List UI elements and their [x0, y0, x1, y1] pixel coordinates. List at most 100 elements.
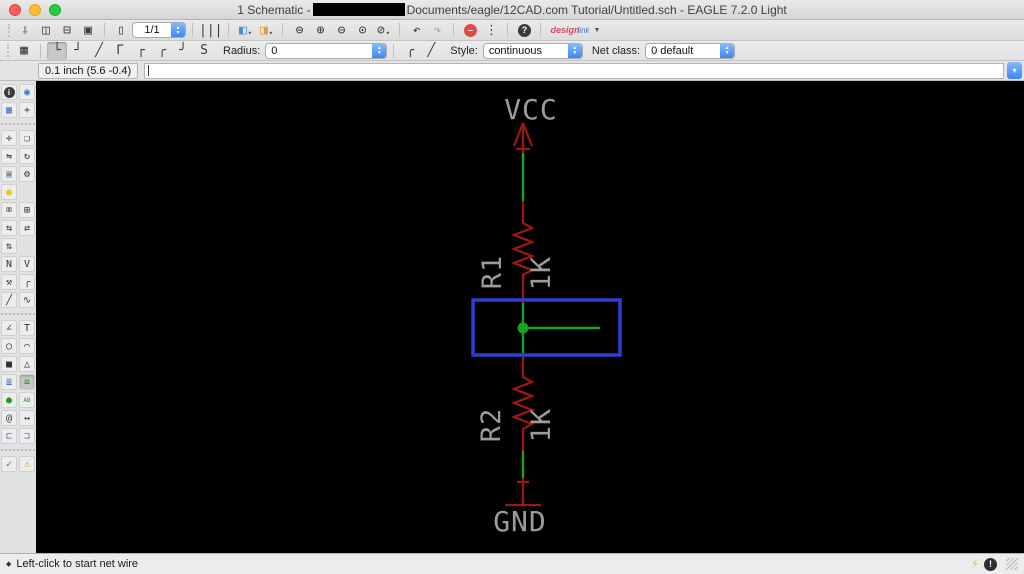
stepper-icon[interactable]: ▲ ▼ [372, 43, 387, 58]
split-button[interactable]: ╱ [1, 292, 17, 308]
bolt-icon[interactable]: ⚡ [971, 557, 979, 571]
port-button[interactable]: ⊐ [19, 428, 35, 444]
replace-button[interactable]: ⇄ [19, 220, 35, 236]
export-image-button[interactable]: ▣ [78, 21, 98, 39]
vcc-label[interactable]: VCC [504, 93, 558, 126]
stepper-icon[interactable]: ▲ ▼ [720, 43, 735, 58]
netclass-select[interactable]: 0 default ▲ ▼ [645, 42, 736, 59]
pin-button[interactable]: ⊏ [1, 428, 17, 444]
split-icon: ╱ [5, 294, 13, 306]
bend-90-vertical-horizontal-button[interactable]: └ [47, 41, 67, 60]
stepper-icon[interactable]: ▲ ▼ [567, 43, 582, 58]
bend-straight-then-45-button[interactable]: ┌ [131, 42, 151, 60]
arc-button[interactable]: ⌒ [19, 338, 35, 354]
erc-button[interactable]: ✓ [1, 456, 17, 472]
pinswap-button[interactable]: ⇆ [1, 220, 17, 236]
layer-settings-button[interactable]: ||| [199, 21, 222, 39]
miter-arc-button[interactable]: ╭ [400, 42, 420, 60]
r1-name-label[interactable]: R1 [477, 255, 508, 290]
text-button[interactable]: T [19, 320, 35, 336]
save-button[interactable]: ◫ [36, 21, 56, 39]
wire-button[interactable]: ∠ [1, 320, 17, 336]
print-button[interactable]: ⊟ [57, 21, 77, 39]
polygon-button[interactable]: △ [19, 356, 35, 372]
script-dots-button[interactable]: ⋮ [481, 21, 501, 39]
designlink-logo[interactable]: design link ▼ [550, 26, 600, 35]
net-button[interactable]: ≡ [19, 374, 35, 390]
gateswap-button[interactable]: ⇅ [1, 238, 17, 254]
miter-button[interactable]: ╭ [19, 274, 35, 290]
r1-value-label[interactable]: 1K [526, 256, 557, 291]
bend-arc-90-button[interactable]: ╭ [152, 42, 172, 60]
show-button[interactable]: ◉ [19, 84, 35, 100]
schematic-drawing[interactable]: VCC GND R1 1K R2 1K [36, 81, 1024, 553]
bend-90-horizontal-vertical-button[interactable]: ┘ [68, 42, 88, 60]
paste-button[interactable]: ● [1, 184, 17, 200]
close-button[interactable] [9, 4, 21, 16]
attribute-button[interactable]: @ [1, 410, 17, 426]
optimize-button[interactable]: ∿ [19, 292, 35, 308]
stepper-up-icon: ▲ [175, 24, 181, 31]
info-button[interactable]: i [1, 84, 17, 100]
circle-icon: ○ [5, 340, 13, 352]
errors-button[interactable]: ⚠ [19, 456, 35, 472]
zoom-window-button[interactable] [49, 4, 61, 16]
display-layers-button[interactable]: ▦ [1, 102, 17, 118]
bend-arc-alt-button[interactable]: ╯ [173, 42, 193, 60]
gnd-symbol[interactable] [505, 478, 541, 507]
sheet-thumbnail-button[interactable]: ▯ [111, 21, 131, 39]
rotate-icon: ↻ [23, 150, 31, 162]
value-button[interactable]: V [19, 256, 35, 272]
dimension-button[interactable]: ↔ [19, 410, 35, 426]
bus-button[interactable]: ≣ [1, 374, 17, 390]
r2-value-label[interactable]: 1K [526, 408, 557, 443]
style-select[interactable]: continuous ▲ ▼ [482, 42, 583, 59]
miter-line-button[interactable]: ╱ [421, 42, 441, 60]
bend-45-diagonal-button[interactable]: ╱ [89, 42, 109, 60]
sheet-selector[interactable]: 1/1 ▲ ▼ [132, 22, 186, 38]
vcc-symbol[interactable] [512, 122, 534, 153]
open-button[interactable]: ⇩ [15, 21, 35, 39]
minimize-button[interactable] [29, 4, 41, 16]
bend-45-then-straight-button[interactable]: Γ [110, 42, 130, 60]
smash-button[interactable]: ⚒ [1, 274, 17, 290]
stop-button[interactable]: – [460, 21, 480, 39]
switch-to-board-button[interactable]: ◧ ▾ [235, 21, 255, 39]
label-button[interactable]: AB [19, 392, 35, 408]
radius-select[interactable]: 0 ▲ ▼ [265, 42, 388, 59]
command-history-dropdown[interactable]: ▾ [1007, 62, 1022, 79]
mark-button[interactable]: + [19, 102, 35, 118]
stepper-icon[interactable]: ▲ ▼ [171, 23, 185, 37]
mirror-button[interactable]: ⇋ [1, 148, 17, 164]
circle-button[interactable]: ○ [1, 338, 17, 354]
zoom-select-button[interactable]: ⊙ [352, 21, 372, 39]
grid-settings-button[interactable]: ▦ [14, 42, 34, 60]
rect-button[interactable]: ■ [1, 356, 17, 372]
command-input[interactable] [144, 62, 1004, 79]
bend-freehand-button[interactable]: S [194, 42, 214, 60]
open-icon: ⇩ [21, 22, 29, 38]
name-button[interactable]: N [1, 256, 17, 272]
undo-button[interactable]: ↶ [406, 21, 426, 39]
schematic-canvas[interactable]: VCC GND R1 1K R2 1K [36, 81, 1024, 553]
junction-dot[interactable] [517, 322, 529, 334]
change-button[interactable]: ⚙ [19, 166, 35, 182]
move-button[interactable]: ✛ [1, 130, 17, 146]
text-caret [148, 65, 150, 76]
r2-name-label[interactable]: R2 [476, 408, 507, 443]
add-part-button[interactable]: ⊞ [19, 202, 35, 218]
run-ulp-button[interactable]: ◨ ▾ [256, 21, 276, 39]
zoom-redraw-button[interactable]: ⊘ ▾ [373, 21, 393, 39]
resize-grip[interactable] [1006, 558, 1018, 570]
zoom-fit-button[interactable]: ⊜ [289, 21, 309, 39]
zoom-out-button[interactable]: ⊖ [331, 21, 351, 39]
group-button[interactable]: ▣ [1, 166, 17, 182]
help-button[interactable]: ? [514, 21, 534, 39]
gnd-label[interactable]: GND [493, 505, 547, 538]
junction-button[interactable]: ● [1, 392, 17, 408]
copy-button[interactable]: ❏ [19, 130, 35, 146]
alert-icon[interactable]: ! [984, 557, 997, 571]
zoom-in-button[interactable]: ⊕ [310, 21, 330, 39]
delete-button[interactable]: ⌧ [1, 202, 17, 218]
rotate-button[interactable]: ↻ [19, 148, 35, 164]
